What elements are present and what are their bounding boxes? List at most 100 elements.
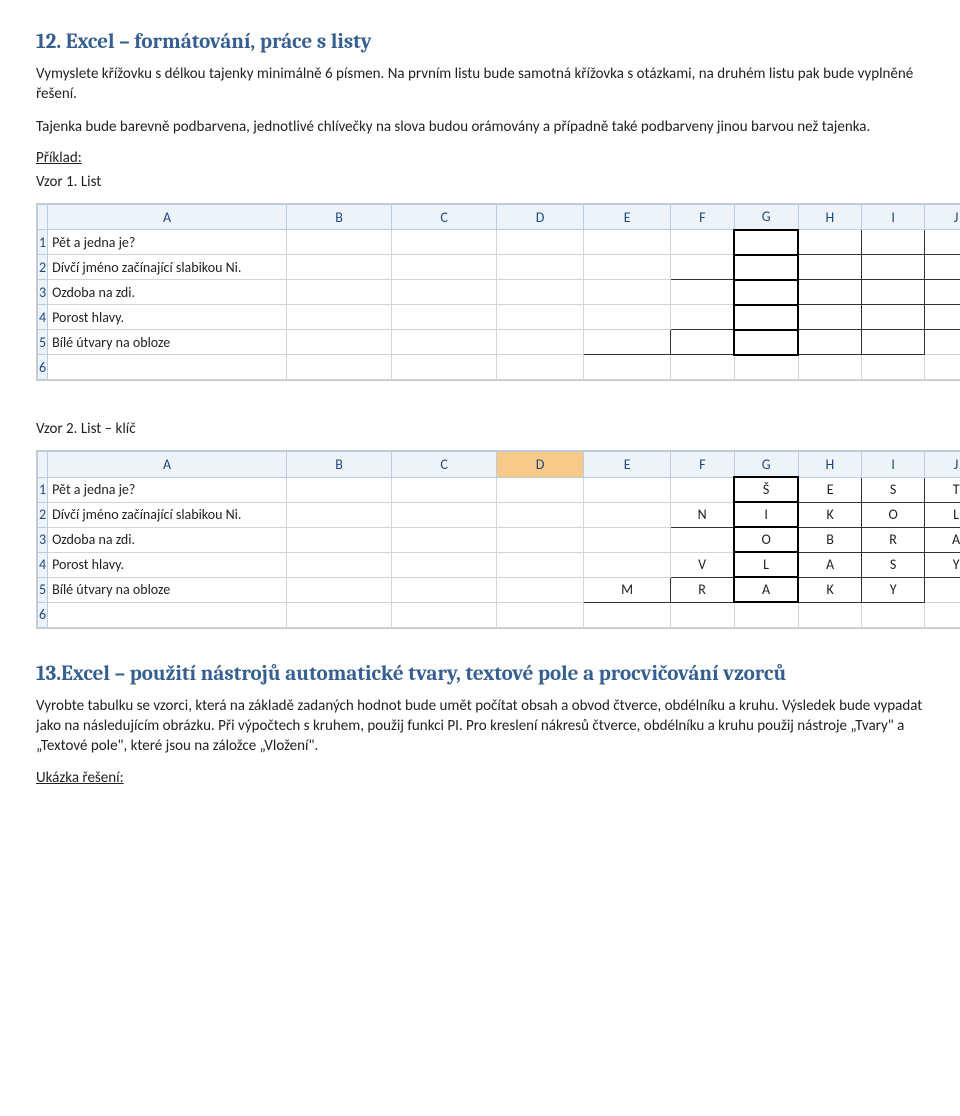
cell-F6[interactable]	[671, 602, 735, 627]
cell-E6[interactable]	[584, 602, 671, 627]
col-header-I[interactable]: I	[862, 452, 925, 478]
cell-G1[interactable]	[734, 230, 798, 255]
cell-B6[interactable]	[287, 602, 392, 627]
cell-C6[interactable]	[392, 602, 497, 627]
cell-G5[interactable]: A	[734, 577, 798, 602]
cell-J2[interactable]: L	[925, 502, 960, 527]
cell-F3[interactable]	[671, 280, 735, 305]
col-header-G[interactable]: G	[734, 204, 798, 230]
cell-I2[interactable]: O	[862, 502, 925, 527]
cell-B3[interactable]	[287, 280, 392, 305]
cell-B5[interactable]	[287, 577, 392, 602]
cell-H3[interactable]: B	[798, 527, 862, 552]
cell-A2[interactable]: Dívčí jméno začínající slabikou Ni.	[48, 255, 287, 280]
cell-F2[interactable]: N	[671, 502, 735, 527]
row-header-4[interactable]: 4	[38, 305, 48, 330]
col-header-F[interactable]: F	[671, 452, 735, 478]
cell-A6[interactable]	[48, 602, 287, 627]
cell-H3[interactable]	[798, 280, 862, 305]
row-header-5[interactable]: 5	[38, 577, 48, 602]
cell-B4[interactable]	[287, 552, 392, 577]
cell-E4[interactable]	[584, 552, 671, 577]
cell-A5[interactable]: Bílé útvary na obloze	[48, 330, 287, 355]
row-header-5[interactable]: 5	[38, 330, 48, 355]
cell-H1[interactable]: E	[798, 477, 862, 502]
cell-J6[interactable]	[925, 355, 960, 380]
cell-G6[interactable]	[734, 355, 798, 380]
cell-C1[interactable]	[392, 230, 497, 255]
cell-I1[interactable]: S	[862, 477, 925, 502]
cell-E2[interactable]	[584, 255, 671, 280]
cell-A4[interactable]: Porost hlavy.	[48, 305, 287, 330]
col-header-D[interactable]: D	[497, 204, 584, 230]
row-header-1[interactable]: 1	[38, 230, 48, 255]
cell-B3[interactable]	[287, 527, 392, 552]
cell-I5[interactable]	[862, 330, 925, 355]
row-header-4[interactable]: 4	[38, 552, 48, 577]
cell-J1[interactable]: T	[925, 477, 960, 502]
cell-G2[interactable]: I	[734, 502, 798, 527]
cell-D3[interactable]	[497, 280, 584, 305]
cell-H5[interactable]	[798, 330, 862, 355]
col-header-C[interactable]: C	[392, 452, 497, 478]
cell-H6[interactable]	[798, 602, 862, 627]
cell-E2[interactable]	[584, 502, 671, 527]
cell-D2[interactable]	[497, 255, 584, 280]
cell-E5[interactable]	[584, 330, 671, 355]
cell-C2[interactable]	[392, 502, 497, 527]
cell-B2[interactable]	[287, 255, 392, 280]
cell-B1[interactable]	[287, 230, 392, 255]
cell-I3[interactable]	[862, 280, 925, 305]
cell-C6[interactable]	[392, 355, 497, 380]
cell-J4[interactable]: Y	[925, 552, 960, 577]
cell-J5[interactable]	[925, 330, 960, 355]
cell-E3[interactable]	[584, 280, 671, 305]
col-header-J[interactable]: J	[925, 452, 960, 478]
cell-C5[interactable]	[392, 577, 497, 602]
cell-J1[interactable]	[925, 230, 960, 255]
cell-J4[interactable]	[925, 305, 960, 330]
col-header-J[interactable]: J	[925, 204, 960, 230]
cell-F1[interactable]	[671, 230, 735, 255]
cell-D6[interactable]	[497, 355, 584, 380]
col-header-H[interactable]: H	[798, 204, 862, 230]
row-header-3[interactable]: 3	[38, 527, 48, 552]
cell-F2[interactable]	[671, 255, 735, 280]
cell-I2[interactable]	[862, 255, 925, 280]
row-header-6[interactable]: 6	[38, 355, 48, 380]
col-header-B[interactable]: B	[287, 452, 392, 478]
row-header-2[interactable]: 2	[38, 502, 48, 527]
cell-A1[interactable]: Pět a jedna je?	[48, 477, 287, 502]
cell-I3[interactable]: R	[862, 527, 925, 552]
cell-C4[interactable]	[392, 305, 497, 330]
cell-B5[interactable]	[287, 330, 392, 355]
cell-A3[interactable]: Ozdoba na zdi.	[48, 280, 287, 305]
cell-A5[interactable]: Bílé útvary na obloze	[48, 577, 287, 602]
col-header-H[interactable]: H	[798, 452, 862, 478]
cell-B6[interactable]	[287, 355, 392, 380]
cell-D1[interactable]	[497, 230, 584, 255]
cell-E6[interactable]	[584, 355, 671, 380]
cell-D1[interactable]	[497, 477, 584, 502]
col-header-C[interactable]: C	[392, 204, 497, 230]
cell-G4[interactable]	[734, 305, 798, 330]
cell-E4[interactable]	[584, 305, 671, 330]
cell-E3[interactable]	[584, 527, 671, 552]
cell-J3[interactable]: A	[925, 527, 960, 552]
cell-A4[interactable]: Porost hlavy.	[48, 552, 287, 577]
cell-E1[interactable]	[584, 477, 671, 502]
cell-D4[interactable]	[497, 305, 584, 330]
cell-I1[interactable]	[862, 230, 925, 255]
cell-C5[interactable]	[392, 330, 497, 355]
cell-E1[interactable]	[584, 230, 671, 255]
cell-D3[interactable]	[497, 527, 584, 552]
cell-C4[interactable]	[392, 552, 497, 577]
cell-J2[interactable]	[925, 255, 960, 280]
row-header-1[interactable]: 1	[38, 477, 48, 502]
cell-H2[interactable]	[798, 255, 862, 280]
cell-H5[interactable]: K	[798, 577, 862, 602]
cell-F6[interactable]	[671, 355, 735, 380]
col-header-A[interactable]: A	[48, 452, 287, 478]
cell-F3[interactable]	[671, 527, 735, 552]
col-header-E[interactable]: E	[584, 452, 671, 478]
